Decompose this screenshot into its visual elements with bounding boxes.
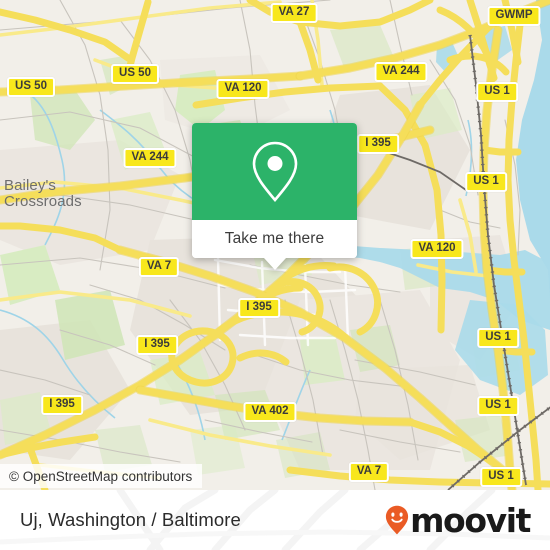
map-canvas[interactable]: .bgland { fill:#f2efe9; } .urban { fill:… xyxy=(0,0,550,490)
road-shield: I 395 xyxy=(357,134,399,154)
footer-bar: Uj, Washington / Baltimore moovit xyxy=(0,490,550,550)
road-shield: VA 7 xyxy=(348,462,390,482)
moovit-smiley-pin-icon xyxy=(385,505,409,535)
map-attribution[interactable]: © OpenStreetMap contributors xyxy=(0,464,203,488)
road-shield: VA 120 xyxy=(216,79,270,99)
road-shield: US 1 xyxy=(480,467,522,487)
road-shield: US 1 xyxy=(477,396,519,416)
road-shield: I 395 xyxy=(238,298,280,318)
road-shield: GWMP xyxy=(487,6,541,26)
page-title: Uj, Washington / Baltimore xyxy=(20,509,241,530)
take-me-there-button-label: Take me there xyxy=(224,230,325,247)
road-shield: US 1 xyxy=(476,82,518,102)
popup-body: Take me there xyxy=(192,123,357,258)
popup-pointer-tail xyxy=(263,258,286,270)
road-shield: I 395 xyxy=(136,335,178,355)
popup-header xyxy=(192,123,357,220)
moovit-logo[interactable]: moovit xyxy=(385,500,531,540)
road-shield: VA 27 xyxy=(270,3,318,23)
location-popup-card[interactable]: Take me there xyxy=(192,123,357,270)
road-shield: US 1 xyxy=(477,328,519,348)
location-pin-outline-icon xyxy=(252,141,297,202)
popup-footer[interactable]: Take me there xyxy=(192,220,357,258)
road-shield: US 50 xyxy=(7,77,55,97)
road-shield: VA 120 xyxy=(410,239,464,259)
road-shield: VA 402 xyxy=(243,402,297,422)
moovit-wordmark: moovit xyxy=(410,500,531,540)
road-shield: VA 244 xyxy=(123,148,177,168)
road-shield: I 395 xyxy=(41,395,83,415)
road-shield: VA 7 xyxy=(138,257,180,277)
road-shield: US 50 xyxy=(111,64,159,84)
moovit-map-screenshot: .bgland { fill:#f2efe9; } .urban { fill:… xyxy=(0,0,550,550)
attribution-text: © OpenStreetMap contributors xyxy=(9,468,193,484)
road-shield: VA 244 xyxy=(374,62,428,82)
road-shield: US 1 xyxy=(465,172,507,192)
